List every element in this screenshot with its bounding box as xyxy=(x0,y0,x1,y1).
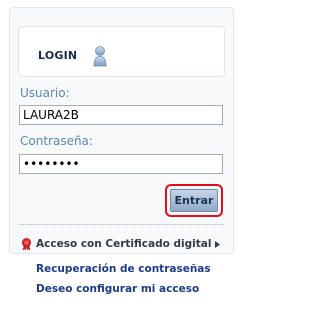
divider xyxy=(19,224,224,225)
submit-highlight: Entrar xyxy=(165,184,223,217)
recover-password-link[interactable]: Recuperación de contraseñas xyxy=(36,263,211,275)
login-page: LOGIN Usuario: Contraseña: Entrar xyxy=(0,0,248,315)
certificate-link[interactable]: Acceso con Certificado digital xyxy=(21,237,221,251)
configure-access-link[interactable]: Deseo configurar mi acceso xyxy=(36,283,199,295)
login-title: LOGIN xyxy=(38,49,78,62)
certificate-link-label: Acceso con Certificado digital xyxy=(36,238,212,250)
chevron-right-icon xyxy=(215,240,221,248)
submit-button[interactable]: Entrar xyxy=(170,189,218,212)
password-label: Contraseña: xyxy=(20,134,93,148)
login-header-box: LOGIN xyxy=(18,26,225,77)
login-panel: LOGIN Usuario: Contraseña: Entrar xyxy=(9,7,234,254)
username-input[interactable] xyxy=(19,105,223,125)
password-input[interactable] xyxy=(19,154,223,174)
user-icon xyxy=(93,46,107,67)
username-label: Usuario: xyxy=(20,86,70,100)
ribbon-badge-icon xyxy=(22,237,31,251)
